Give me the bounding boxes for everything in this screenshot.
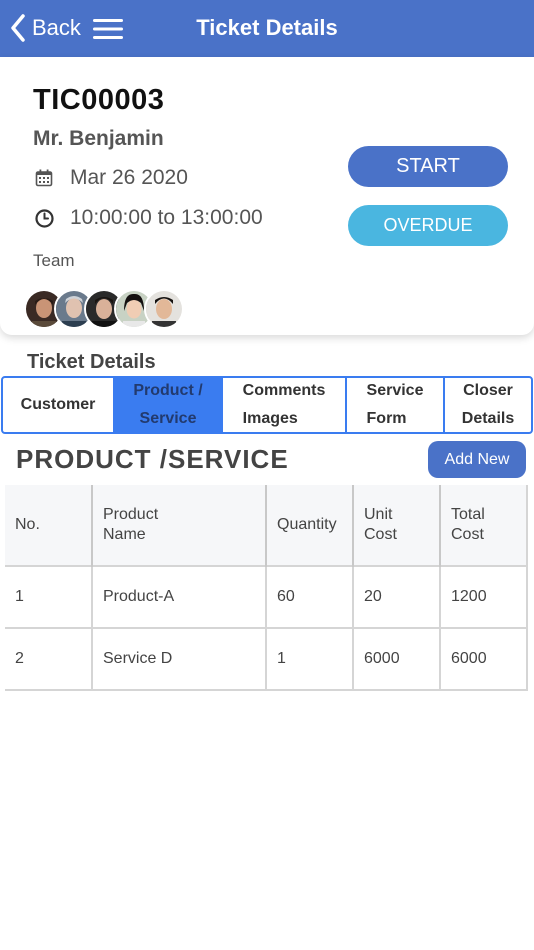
ticket-date: Mar 26 2020 bbox=[70, 166, 188, 189]
tab-label: Product / bbox=[133, 382, 203, 399]
table-header-row: No. Product Name Quantity Unit Cost Total C… bbox=[5, 485, 528, 566]
cell-no: 2 bbox=[5, 627, 92, 691]
overdue-button[interactable]: OVERDUE bbox=[348, 205, 508, 246]
tab-closer-details[interactable]: Closer Details bbox=[445, 378, 531, 432]
tab-customer[interactable]: Customer bbox=[3, 378, 115, 432]
tab-label: Form bbox=[366, 410, 407, 427]
product-table: No. Product Name Quantity Unit Cost Total C… bbox=[5, 485, 528, 691]
time-row: 10:00:00 to 13:00:00 bbox=[34, 206, 263, 230]
page-title: Ticket Details bbox=[196, 15, 338, 40]
app-header: Back Ticket Details bbox=[0, 0, 534, 57]
tab-label: Comments bbox=[242, 382, 326, 399]
customer-name: Mr. Benjamin bbox=[33, 127, 164, 150]
cell-quantity: 1 bbox=[265, 627, 353, 691]
cell-product-name: Product-A bbox=[91, 565, 266, 628]
clock-icon bbox=[34, 208, 54, 228]
tab-label: Service bbox=[366, 382, 424, 399]
avatar[interactable] bbox=[144, 289, 184, 329]
tab-label: Details bbox=[461, 410, 515, 427]
column-header-product-name: Product Name bbox=[91, 485, 266, 566]
cell-product-name: Service D bbox=[91, 627, 266, 691]
team-avatars bbox=[24, 289, 184, 329]
ticket-id: TIC00003 bbox=[33, 84, 165, 116]
team-label: Team bbox=[33, 251, 75, 270]
tab-label: Closer bbox=[463, 382, 513, 399]
cell-no: 1 bbox=[5, 565, 92, 628]
cell-quantity: 60 bbox=[265, 565, 353, 628]
tab-label: Images bbox=[242, 410, 298, 427]
tab-label: Customer bbox=[20, 396, 96, 413]
add-new-button[interactable]: Add New bbox=[428, 441, 526, 478]
table-row[interactable]: 1 Product-A 60 20 1200 bbox=[5, 565, 528, 628]
cell-total-cost: 6000 bbox=[439, 627, 528, 691]
cell-unit-cost: 20 bbox=[352, 565, 440, 628]
column-header-total-cost: Total Cost bbox=[439, 485, 528, 566]
product-service-heading: PRODUCT /SERVICE bbox=[16, 444, 289, 474]
detail-tabs: Customer Product / Service Comments Imag… bbox=[1, 376, 533, 434]
column-header-quantity: Quantity bbox=[265, 485, 353, 566]
column-header-unit-cost: Unit Cost bbox=[352, 485, 440, 566]
cell-unit-cost: 6000 bbox=[352, 627, 440, 691]
table-row[interactable]: 2 Service D 1 6000 6000 bbox=[5, 627, 528, 691]
tab-service-form[interactable]: Service Form bbox=[347, 378, 445, 432]
ticket-summary-card: TIC00003 Mr. Benjamin Mar 26 2020 10:00:… bbox=[0, 57, 534, 335]
tab-comments-images[interactable]: Comments Images bbox=[223, 378, 347, 432]
column-header-no: No. bbox=[5, 485, 92, 566]
ticket-time: 10:00:00 to 13:00:00 bbox=[70, 206, 263, 229]
start-button[interactable]: START bbox=[348, 146, 508, 187]
ticket-details-label: Ticket Details bbox=[27, 351, 156, 373]
tab-product-service[interactable]: Product / Service bbox=[115, 378, 223, 432]
tab-label: Service bbox=[139, 410, 197, 427]
date-row: Mar 26 2020 bbox=[34, 166, 188, 190]
calendar-icon bbox=[34, 168, 54, 188]
cell-total-cost: 1200 bbox=[439, 565, 528, 628]
